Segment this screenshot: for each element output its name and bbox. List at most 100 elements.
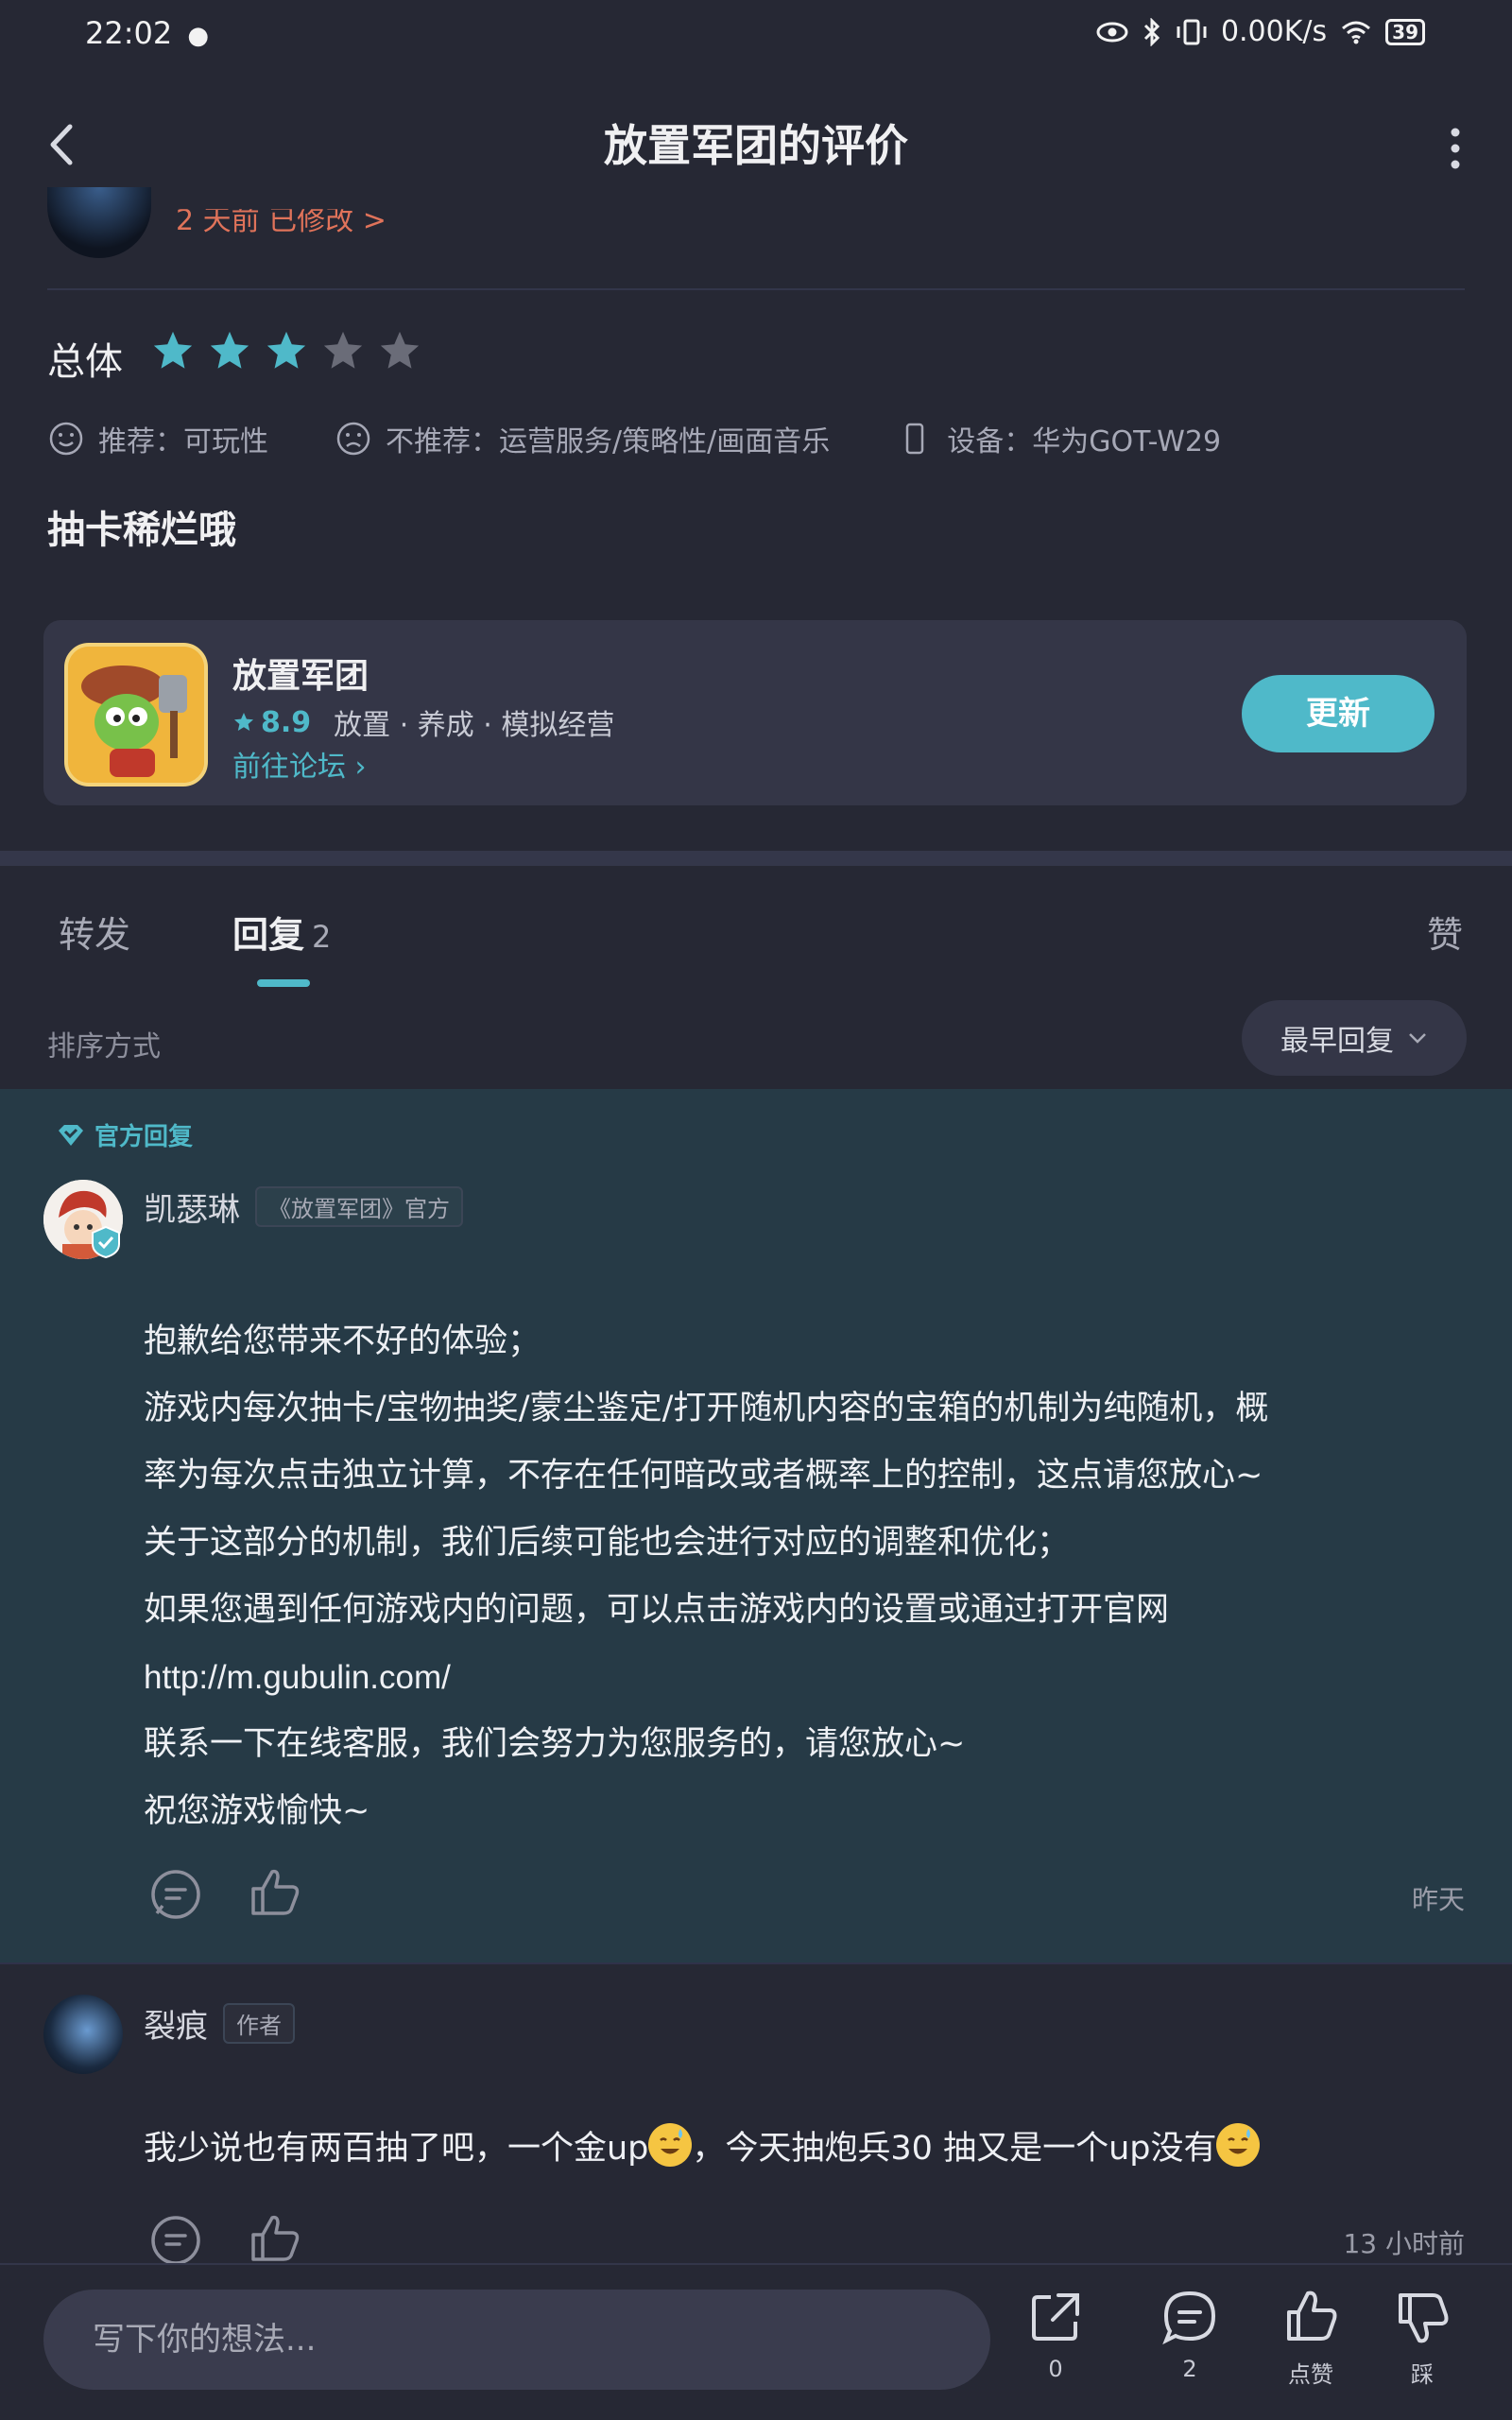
comment-icon xyxy=(1162,2290,1216,2345)
dislike-label: 踩 xyxy=(1411,2361,1434,2388)
reply-line: 关于这部分的机制，我们后续可能也会进行对应的调整和优化； xyxy=(144,1524,1071,1562)
tab-forward[interactable]: 转发 xyxy=(59,906,130,958)
author-reply-time: 13 小时前 xyxy=(1343,2228,1465,2259)
official-username[interactable]: 凯瑟琳 xyxy=(144,1184,240,1230)
author-username[interactable]: 裂痕 xyxy=(144,2000,208,2047)
chevron-down-icon xyxy=(1409,1033,1426,1044)
rating-stars xyxy=(151,329,421,372)
bottom-bar: 0 2 点赞 踩 xyxy=(0,2263,1512,2420)
forum-link[interactable]: 前往论坛 › xyxy=(232,743,367,785)
tab-like[interactable]: 赞 xyxy=(1427,906,1463,958)
reviewer-avatar[interactable] xyxy=(47,187,151,258)
author-avatar[interactable] xyxy=(43,1995,123,2074)
star-filled-icon xyxy=(153,331,193,369)
vibrate-icon xyxy=(1177,19,1207,44)
bluetooth-icon xyxy=(1143,17,1160,46)
smile-icon xyxy=(49,422,83,456)
reply-line: 如果您遇到任何游戏内的问题，可以点击游戏内的设置或通过打开官网 xyxy=(144,1591,1170,1629)
author-reply-body: 我少说也有两百抽了吧，一个金up ，今天抽炮兵30 抽又是一个up没有 xyxy=(144,2116,1467,2183)
comment-icon[interactable] xyxy=(147,1866,204,1923)
reply-line: 率为每次点击独立计算，不存在任何暗改或者概率上的控制，这点请您放心~ xyxy=(144,1457,1263,1495)
star-filled-icon xyxy=(210,331,249,369)
status-indicators: 0.00K/s 39 xyxy=(1096,15,1425,48)
star-filled-icon xyxy=(266,331,306,369)
wifi-icon xyxy=(1342,21,1371,43)
tab-indicator xyxy=(257,979,310,987)
frown-icon xyxy=(336,422,370,456)
share-icon xyxy=(1032,2293,1079,2341)
sort-selected: 最早回复 xyxy=(1280,1025,1394,1058)
comment-input[interactable] xyxy=(43,2290,990,2390)
tab-like-label: 赞 xyxy=(1426,914,1463,956)
diamond-check-icon xyxy=(59,1124,83,1146)
page-title: 放置军团的评价 xyxy=(604,120,908,171)
update-button[interactable]: 更新 xyxy=(1242,675,1435,752)
thumbs-up-icon[interactable] xyxy=(246,1864,302,1921)
tab-reply-count: 2 xyxy=(312,919,332,955)
share-count: 0 xyxy=(1048,2356,1063,2382)
thumbs-up-icon xyxy=(1287,2290,1337,2341)
comment-count: 2 xyxy=(1182,2356,1197,2382)
divider xyxy=(47,288,1465,290)
reply-url-link[interactable]: http://m.gubulin.com/ xyxy=(144,1644,1467,1711)
reply-line: 祝您游戏愉快~ xyxy=(144,1792,370,1830)
eye-icon xyxy=(1096,22,1128,42)
recommend-tag: 推荐：可玩性 xyxy=(47,418,268,459)
official-reply-tag-text: 官方回复 xyxy=(94,1123,194,1151)
game-meta: 8.9 放置 · 养成 · 模拟经营 xyxy=(232,701,614,743)
recommend-text: 推荐：可玩性 xyxy=(98,425,268,458)
tab-reply-label: 回复 xyxy=(232,914,305,956)
official-badge: 《放置军团》官方 xyxy=(255,1186,463,1227)
official-reply: 官方回复 凯瑟琳 《放置军团》官方 抱歉给您带来不好的体验； 游戏内每次抽卡/宝… xyxy=(0,1089,1512,1962)
wechat-icon: ● xyxy=(187,22,210,50)
like-label: 点赞 xyxy=(1288,2361,1333,2388)
status-time: 22:02 ● xyxy=(85,15,209,51)
like-button[interactable]: 点赞 xyxy=(1259,2288,1363,2389)
sort-dropdown[interactable]: 最早回复 xyxy=(1242,1000,1467,1076)
game-rating-value: 8.9 xyxy=(261,705,312,739)
author-reply-text: 我少说也有两百抽了吧，一个金up ，今天抽炮兵30 抽又是一个up没有 xyxy=(144,2116,1467,2183)
comment-count-button[interactable]: 2 xyxy=(1138,2288,1242,2382)
official-reply-tag: 官方回复 xyxy=(57,1117,193,1152)
tab-forward-label: 转发 xyxy=(59,914,131,956)
device-tag: 设备：华为GOT-W29 xyxy=(896,418,1221,459)
battery-icon: 39 xyxy=(1385,18,1425,45)
star-icon xyxy=(234,713,253,731)
reply-line: 联系一下在线客服，我们会努力为您服务的，请您放心~ xyxy=(144,1725,966,1763)
dislike-button[interactable]: 踩 xyxy=(1370,2288,1474,2389)
reply-line: 游戏内每次抽卡/宝物抽奖/蒙尘鉴定/打开随机内容的宝箱的机制为纯随机，概 xyxy=(144,1390,1269,1427)
author-badge: 作者 xyxy=(223,2003,295,2044)
review-tags: 推荐：可玩性 不推荐：运营服务/策略性/画面音乐 设备：华为GOT-W29 xyxy=(47,418,1287,459)
official-user-row: 凯瑟琳 《放置军团》官方 xyxy=(144,1184,463,1230)
official-reply-body: 抱歉给您带来不好的体验； 游戏内每次抽卡/宝物抽奖/蒙尘鉴定/打开随机内容的宝箱… xyxy=(144,1308,1467,1845)
thumbs-up-icon[interactable] xyxy=(246,2210,302,2267)
more-options-button[interactable] xyxy=(1436,115,1474,182)
divider xyxy=(0,1962,1512,1964)
comment-icon[interactable] xyxy=(147,2212,204,2269)
chevron-right-icon: › xyxy=(354,751,367,784)
not-recommend-tag: 不推荐：运营服务/策略性/画面音乐 xyxy=(335,418,830,459)
game-name: 放置军团 xyxy=(232,657,369,696)
official-reply-time: 昨天 xyxy=(1411,1884,1465,1915)
game-icon xyxy=(64,643,208,786)
sort-label: 排序方式 xyxy=(47,1030,161,1063)
game-character-icon xyxy=(68,647,204,783)
reply-line: 抱歉给您带来不好的体验； xyxy=(144,1322,541,1360)
tab-reply[interactable]: 回复 2 xyxy=(232,906,331,958)
star-empty-icon xyxy=(323,331,363,369)
game-rating: 8.9 xyxy=(232,706,311,739)
verified-badge-icon xyxy=(92,1225,120,1259)
sweat-smile-emoji-icon xyxy=(648,2123,693,2167)
edited-note: 2 天前 已修改 > xyxy=(176,204,387,237)
game-card[interactable]: 放置军团 8.9 放置 · 养成 · 模拟经营 前往论坛 › 更新 xyxy=(43,620,1467,805)
overall-label: 总体 xyxy=(47,340,123,384)
device-text: 设备：华为GOT-W29 xyxy=(947,425,1222,458)
section-separator xyxy=(0,851,1512,866)
phone-icon xyxy=(905,423,924,455)
author-reply-text-part1: 我少说也有两百抽了吧，一个金up xyxy=(144,2130,649,2168)
share-button[interactable]: 0 xyxy=(1004,2288,1108,2382)
author-user-row: 裂痕 作者 xyxy=(144,2000,295,2047)
forum-link-text: 前往论坛 xyxy=(232,751,346,784)
more-vertical-icon xyxy=(1451,128,1460,169)
review-text: 抽卡稀烂哦 xyxy=(47,509,236,552)
